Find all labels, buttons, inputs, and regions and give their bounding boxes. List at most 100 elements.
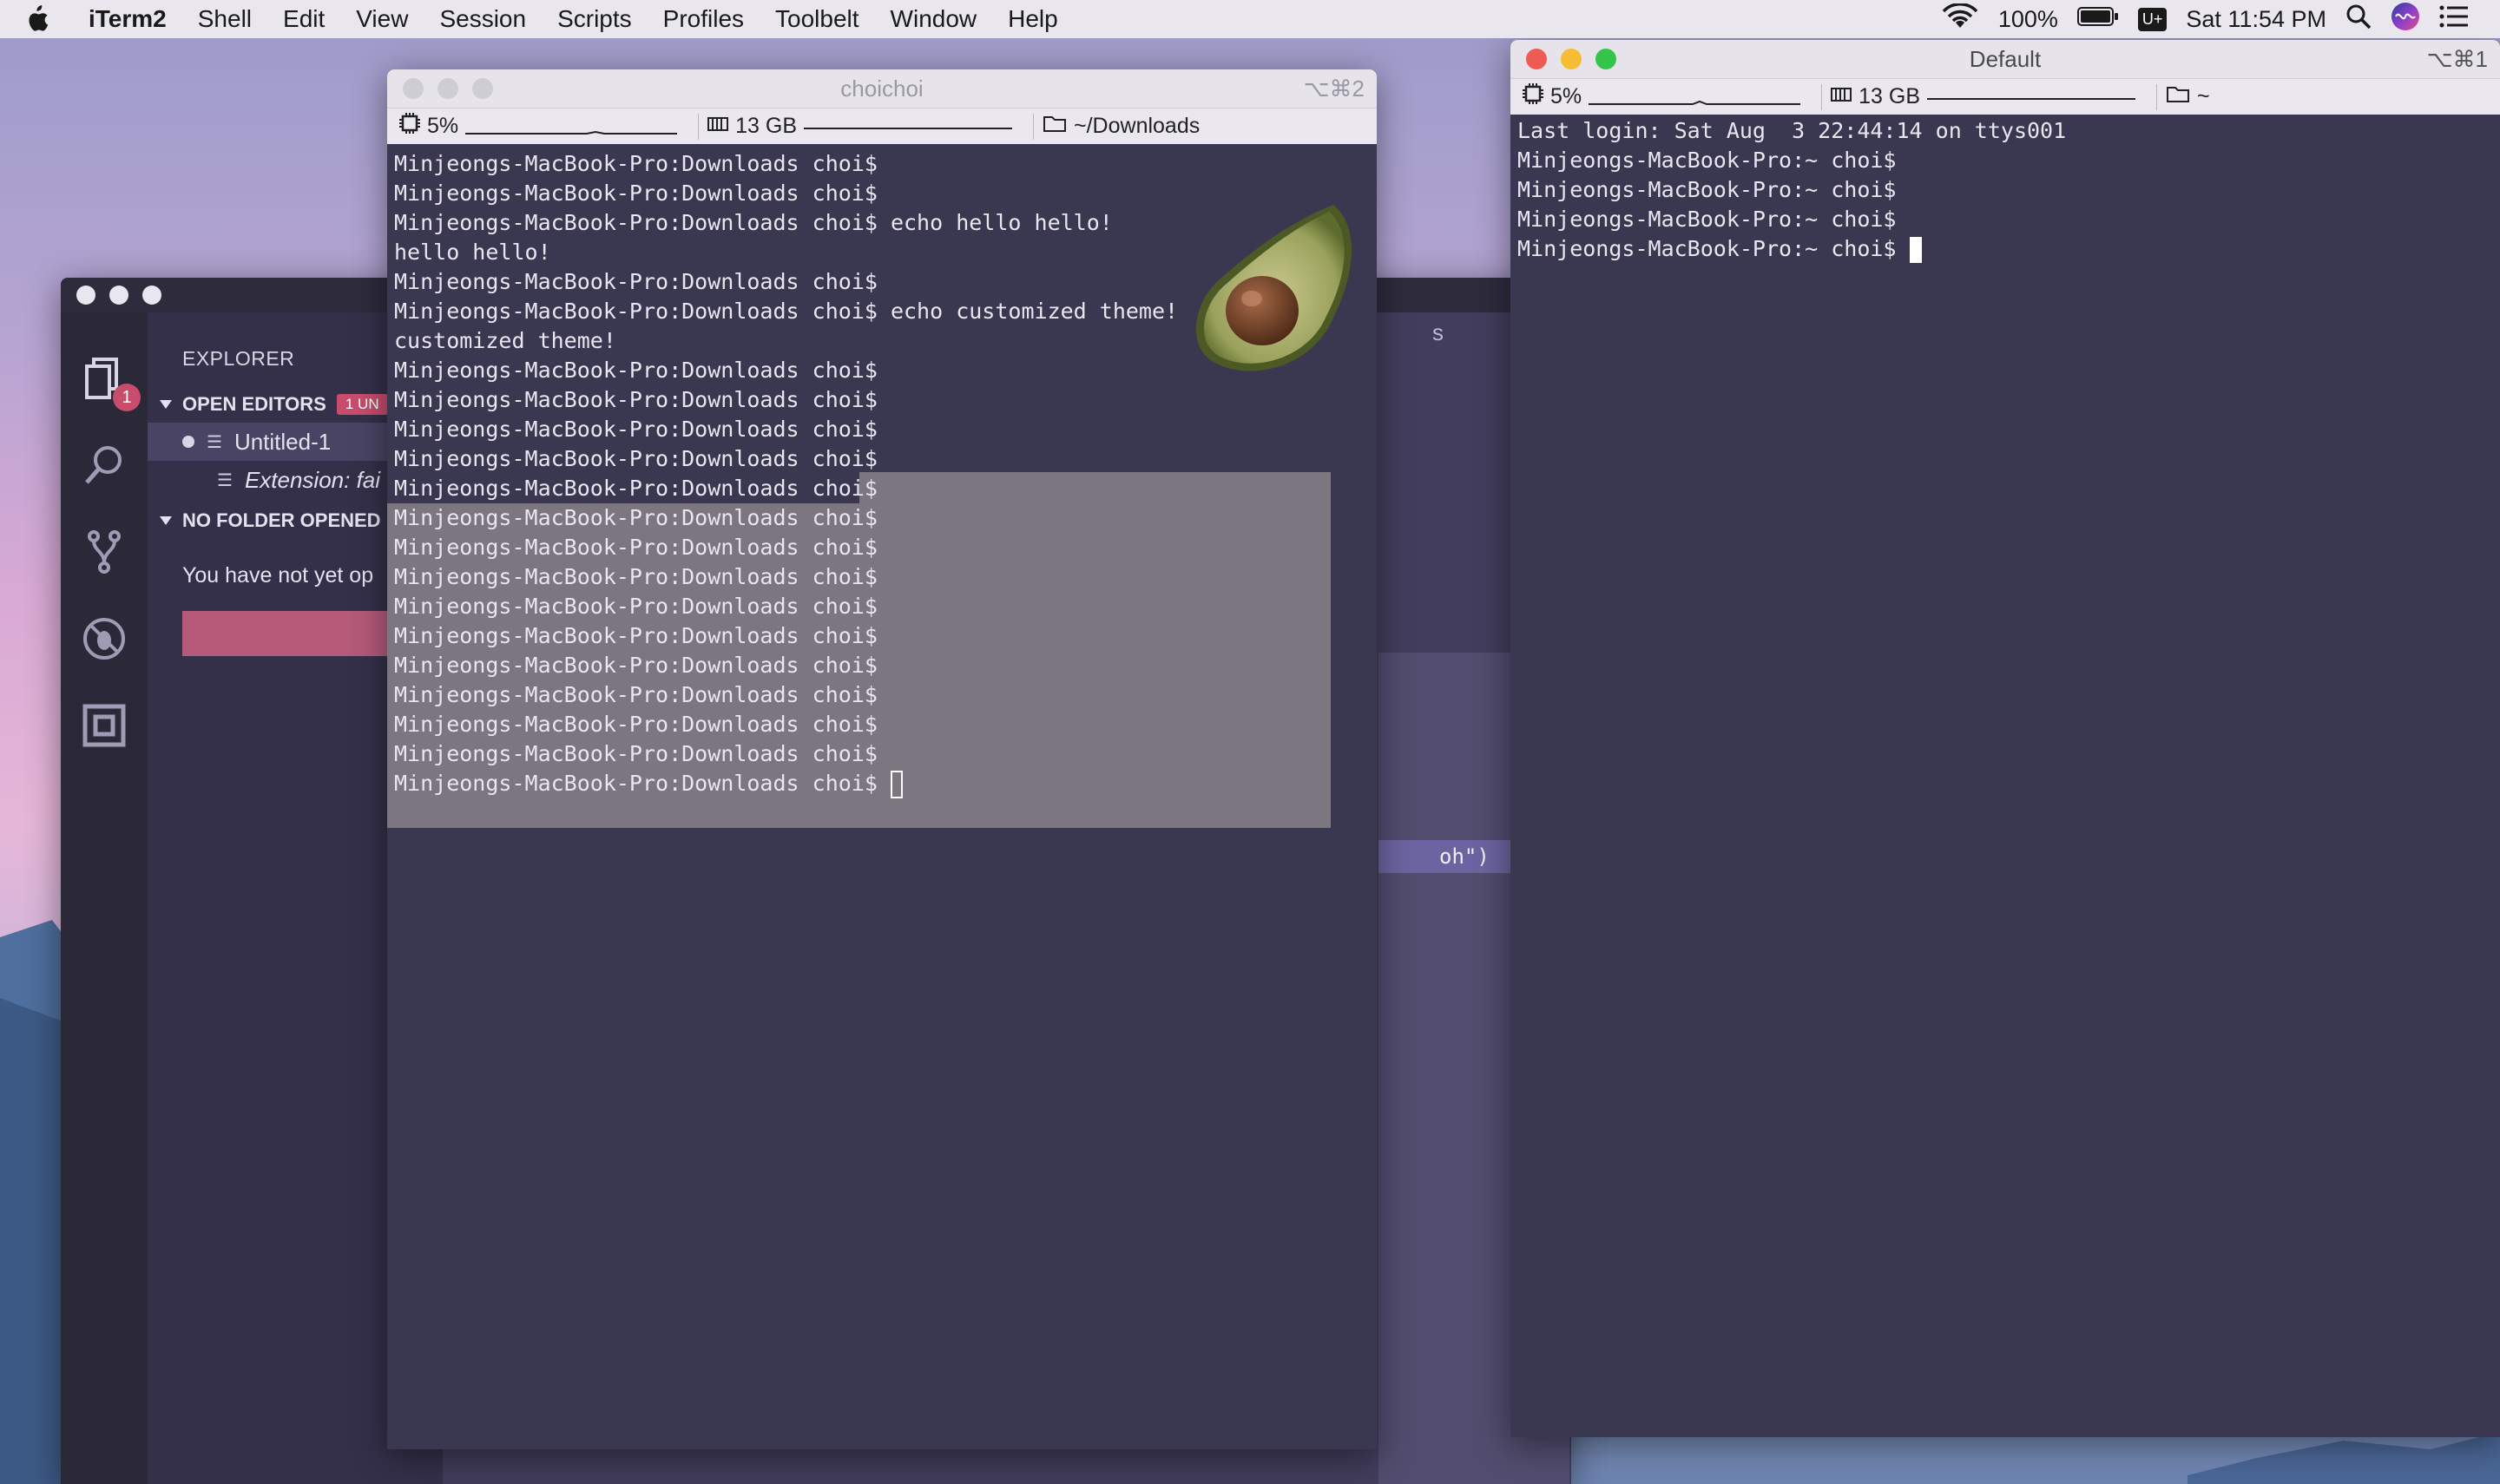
- menu-shell[interactable]: Shell: [182, 0, 267, 38]
- memory-component[interactable]: 13 GB: [1831, 79, 2148, 115]
- battery-icon[interactable]: [2076, 6, 2119, 33]
- menu-toolbelt[interactable]: Toolbelt: [760, 0, 875, 38]
- file-lines-icon: ☰: [217, 470, 233, 490]
- terminal-line: Minjeongs-MacBook-Pro:Downloads choi$: [394, 476, 878, 501]
- minimize-button[interactable]: [438, 78, 458, 99]
- search-icon[interactable]: [80, 441, 128, 489]
- window-title: choichoi: [840, 75, 924, 102]
- memory-sparkline: [1927, 97, 2136, 100]
- menu-app-name[interactable]: iTerm2: [73, 0, 182, 38]
- wifi-icon[interactable]: [1941, 2, 1979, 36]
- siri-icon[interactable]: [2391, 2, 2420, 37]
- cpu-chip-icon: [1523, 83, 1543, 110]
- terminal-cursor: [1909, 237, 1922, 263]
- explorer-icon[interactable]: 1: [80, 354, 141, 411]
- cpu-value: 5%: [427, 114, 459, 138]
- terminal-line: Minjeongs-MacBook-Pro:Downloads choi$: [394, 387, 878, 412]
- vscode-zoom-button[interactable]: [142, 286, 161, 305]
- memory-icon: [1831, 84, 1852, 109]
- path-component[interactable]: ~: [2166, 79, 2222, 115]
- cpu-value: 5%: [1550, 84, 1582, 108]
- zoom-button[interactable]: [472, 78, 493, 99]
- memory-component[interactable]: 13 GB: [707, 108, 1024, 145]
- window-titlebar[interactable]: Default ⌥⌘1: [1510, 40, 2500, 78]
- close-button[interactable]: [403, 78, 424, 99]
- avocado-image: [1195, 205, 1352, 371]
- terminal-line: Minjeongs-MacBook-Pro:~ choi$: [1517, 207, 1897, 232]
- vscode-minimize-button[interactable]: [109, 286, 128, 305]
- status-separator: [1033, 113, 1035, 140]
- terminal-line: Minjeongs-MacBook-Pro:Downloads choi$: [394, 535, 878, 560]
- extensions-icon[interactable]: [80, 701, 128, 750]
- no-folder-label: NO FOLDER OPENED: [182, 509, 381, 531]
- terminal-line: Minjeongs-MacBook-Pro:Downloads choi$: [394, 505, 878, 530]
- apple-menu-icon[interactable]: [0, 4, 73, 34]
- menu-edit[interactable]: Edit: [267, 0, 340, 38]
- terminal-line: Minjeongs-MacBook-Pro:Downloads choi$: [394, 712, 878, 737]
- explorer-badge: 1: [113, 384, 141, 411]
- chevron-down-icon: [160, 400, 172, 409]
- unsaved-dot-icon: [182, 436, 194, 448]
- terminal-line: Minjeongs-MacBook-Pro:~ choi$: [1517, 177, 1897, 202]
- memory-value: 13 GB: [735, 114, 798, 138]
- open-editor-label: Extension: fai: [244, 466, 381, 493]
- debug-icon[interactable]: [80, 614, 128, 663]
- terminal-line: Minjeongs-MacBook-Pro:Downloads choi$: [387, 769, 1377, 798]
- path-value: ~: [2197, 84, 2210, 108]
- window-titlebar[interactable]: choichoi ⌥⌘2: [387, 69, 1377, 108]
- cpu-chip-icon: [399, 113, 420, 140]
- iterm-window-default[interactable]: Default ⌥⌘1 5% 13 GB ~ Last login: Sat A…: [1510, 40, 2500, 1437]
- folder-icon: [1043, 114, 1067, 139]
- terminal-output: Last login: Sat Aug 3 22:44:14 on ttys00…: [1510, 116, 2500, 264]
- memory-sparkline: [804, 127, 1013, 129]
- terminal-line: Minjeongs-MacBook-Pro:Downloads choi$: [394, 151, 878, 176]
- menu-view[interactable]: View: [340, 0, 424, 38]
- battery-percent[interactable]: 100%: [1998, 6, 2058, 33]
- notification-center-icon[interactable]: [2439, 5, 2469, 34]
- iterm-window-choichoi[interactable]: choichoi ⌥⌘2 5% 13 GB ~/Downloads Minjeo…: [387, 69, 1377, 1449]
- vscode-close-button[interactable]: [76, 286, 95, 305]
- window-title: Default: [1969, 45, 2042, 72]
- source-control-icon[interactable]: [80, 528, 128, 576]
- menubar-clock[interactable]: Sat 11:54 PM: [2186, 6, 2326, 33]
- terminal-line: Minjeongs-MacBook-Pro:Downloads choi$: [394, 623, 878, 648]
- menu-session[interactable]: Session: [424, 0, 542, 38]
- terminal-line: Minjeongs-MacBook-Pro:Downloads choi$: [394, 564, 878, 589]
- terminal-line: Minjeongs-MacBook-Pro:Downloads choi$: [394, 446, 878, 471]
- menu-help[interactable]: Help: [992, 0, 1074, 38]
- terminal-body[interactable]: Last login: Sat Aug 3 22:44:14 on ttys00…: [1510, 115, 2500, 1437]
- open-editor-label: Untitled-1: [234, 428, 332, 455]
- minimize-button[interactable]: [1561, 49, 1582, 69]
- menu-window[interactable]: Window: [875, 0, 993, 38]
- activity-bar: 1: [61, 312, 148, 1484]
- unsaved-badge: 1 UN: [336, 394, 388, 415]
- terminal-line: Minjeongs-MacBook-Pro:Downloads choi$: [394, 741, 878, 766]
- menu-bar: iTerm2 Shell Edit View Session Scripts P…: [0, 0, 2500, 38]
- input-source-icon[interactable]: U+: [2137, 7, 2168, 31]
- spotlight-search-icon[interactable]: [2345, 3, 2372, 36]
- menu-scripts[interactable]: Scripts: [542, 0, 648, 38]
- path-component[interactable]: ~/Downloads: [1043, 108, 1212, 145]
- terminal-body[interactable]: Minjeongs-MacBook-Pro:Downloads choi$ Min…: [387, 144, 1377, 1449]
- terminal-line: Minjeongs-MacBook-Pro:Downloads choi$: [394, 594, 878, 619]
- close-button[interactable]: [1526, 49, 1547, 69]
- status-bar: 5% 13 GB ~/Downloads: [387, 108, 1377, 144]
- status-separator: [2156, 83, 2158, 110]
- file-lines-icon: ☰: [207, 432, 222, 452]
- menu-profiles[interactable]: Profiles: [648, 0, 760, 38]
- tab-fragment: s: [1432, 319, 1444, 345]
- terminal-line: Minjeongs-MacBook-Pro:Downloads choi$: [394, 417, 878, 442]
- zoom-button[interactable]: [1595, 49, 1616, 69]
- window-shortcut: ⌥⌘1: [2426, 45, 2488, 72]
- cpu-component[interactable]: 5%: [399, 108, 689, 145]
- cpu-sparkline: [465, 130, 678, 135]
- terminal-cursor: [890, 771, 903, 798]
- chevron-down-icon: [160, 516, 172, 525]
- cpu-component[interactable]: 5%: [1523, 79, 1812, 115]
- terminal-line: Last login: Sat Aug 3 22:44:14 on ttys00…: [1517, 118, 2067, 143]
- terminal-line: Minjeongs-MacBook-Pro:Downloads choi$: [394, 682, 878, 707]
- path-value: ~/Downloads: [1074, 114, 1201, 138]
- status-separator: [698, 113, 700, 140]
- memory-value: 13 GB: [1859, 84, 1921, 108]
- window-shortcut: ⌥⌘2: [1303, 75, 1365, 102]
